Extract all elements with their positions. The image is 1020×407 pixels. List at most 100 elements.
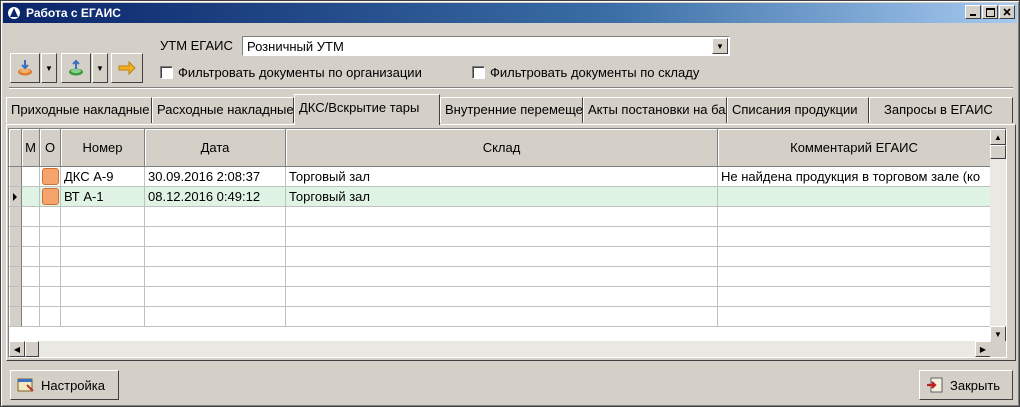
- documents-grid[interactable]: М О Номер Дата Склад Комментарий ЕГАИС Д…: [8, 128, 1007, 358]
- utm-label: УТМ ЕГАИС: [160, 38, 233, 53]
- close-button[interactable]: Закрыть: [919, 370, 1013, 400]
- minimize-button[interactable]: [965, 5, 981, 19]
- tab-incoming-invoices[interactable]: Приходные накладные: [6, 97, 152, 123]
- cell-warehouse: Торговый зал: [286, 167, 718, 187]
- tab-internal-transfers[interactable]: Внутренние перемещения: [440, 97, 583, 123]
- header-number[interactable]: Номер: [61, 129, 145, 167]
- filter-org-checkbox[interactable]: [160, 66, 173, 79]
- empty-cell: [718, 267, 991, 287]
- chevron-down-icon: ▼: [96, 63, 104, 73]
- app-icon: [6, 5, 22, 21]
- toolbar-separator: [9, 87, 1013, 89]
- empty-cell: [9, 227, 22, 247]
- utm-select-dropdown[interactable]: ▼: [712, 38, 728, 54]
- empty-cell: [9, 207, 22, 227]
- empty-cell: [22, 307, 40, 327]
- tab-dks-opening[interactable]: ДКС/Вскрытие тары: [294, 94, 440, 125]
- empty-cell: [145, 307, 286, 327]
- scrollbar-corner: [990, 341, 1006, 357]
- empty-cell: [9, 267, 22, 287]
- tab-outgoing-invoices[interactable]: Расходные накладные: [152, 97, 294, 123]
- tab-balance-acts[interactable]: Акты постановки на баланс: [583, 97, 727, 123]
- header-date[interactable]: Дата: [145, 129, 286, 167]
- empty-cell: [22, 287, 40, 307]
- row-indicator: [9, 167, 22, 187]
- egais-window: Работа с ЕГАИС ▼ ▼ УТМ ЕГАИС Розничный У…: [0, 0, 1020, 407]
- settings-button[interactable]: Настройка: [10, 370, 119, 400]
- empty-table-row: [9, 287, 991, 307]
- empty-cell: [286, 267, 718, 287]
- empty-cell: [718, 227, 991, 247]
- vertical-scrollbar[interactable]: ▲ ▼: [990, 129, 1006, 342]
- close-window-button[interactable]: [999, 5, 1015, 19]
- cell-date: 08.12.2016 0:49:12: [145, 187, 286, 207]
- empty-cell: [286, 227, 718, 247]
- tab-egais-requests[interactable]: Запросы в ЕГАИС: [869, 97, 1013, 123]
- chevron-down-icon: ▼: [994, 329, 1002, 339]
- cell-number: ВТ А-1: [61, 187, 145, 207]
- empty-cell: [145, 227, 286, 247]
- header-egais-comment[interactable]: Комментарий ЕГАИС: [718, 129, 991, 167]
- exchange-button[interactable]: [111, 53, 143, 83]
- table-row[interactable]: ДКС А-9 30.09.2016 2:08:37 Торговый зал …: [9, 167, 991, 187]
- title-bar[interactable]: Работа с ЕГАИС: [3, 3, 1017, 23]
- empty-cell: [22, 247, 40, 267]
- table-row[interactable]: ВТ А-1 08.12.2016 0:49:12 Торговый зал: [9, 187, 991, 207]
- filter-warehouse-checkbox-row[interactable]: Фильтровать документы по складу: [472, 65, 699, 80]
- import-icon: [18, 60, 32, 76]
- empty-cell: [61, 267, 145, 287]
- horizontal-scroll-thumb[interactable]: [25, 341, 39, 357]
- horizontal-scrollbar[interactable]: ◀ ▶: [9, 341, 991, 357]
- empty-cell: [9, 287, 22, 307]
- vertical-scroll-thumb[interactable]: [990, 145, 1006, 159]
- cell-number: ДКС А-9: [61, 167, 145, 187]
- empty-cell: [22, 207, 40, 227]
- chevron-down-icon: ▼: [716, 41, 724, 51]
- import-button[interactable]: [10, 53, 40, 83]
- utm-select[interactable]: Розничный УТМ ▼: [242, 36, 730, 56]
- empty-cell: [40, 207, 61, 227]
- empty-cell: [718, 287, 991, 307]
- empty-cell: [22, 227, 40, 247]
- scroll-down-button[interactable]: ▼: [990, 326, 1006, 342]
- header-o[interactable]: О: [40, 129, 61, 167]
- exit-icon: [927, 377, 943, 393]
- utm-select-value: Розничный УТМ: [247, 39, 344, 54]
- export-button[interactable]: [61, 53, 91, 83]
- scroll-right-button[interactable]: ▶: [975, 341, 991, 357]
- close-label: Закрыть: [950, 377, 1001, 393]
- filter-org-label: Фильтровать документы по организации: [178, 65, 422, 80]
- empty-cell: [61, 287, 145, 307]
- filter-warehouse-checkbox[interactable]: [472, 66, 485, 79]
- empty-cell: [22, 267, 40, 287]
- current-row-arrow-icon: [13, 193, 17, 201]
- settings-icon: [17, 378, 34, 392]
- window-title: Работа с ЕГАИС: [26, 6, 121, 20]
- filter-org-checkbox-row[interactable]: Фильтровать документы по организации: [160, 65, 422, 80]
- header-warehouse[interactable]: Склад: [286, 129, 718, 167]
- scroll-left-button[interactable]: ◀: [9, 341, 25, 357]
- empty-cell: [718, 207, 991, 227]
- empty-cell: [61, 247, 145, 267]
- header-m[interactable]: М: [22, 129, 40, 167]
- scroll-up-button[interactable]: ▲: [990, 129, 1006, 145]
- cell-m: [22, 167, 40, 187]
- empty-cell: [40, 267, 61, 287]
- tab-product-writeoffs[interactable]: Списания продукции: [727, 97, 869, 123]
- empty-cell: [40, 227, 61, 247]
- chevron-right-icon: ▶: [979, 344, 987, 354]
- empty-table-row: [9, 207, 991, 227]
- empty-table-row: [9, 307, 991, 327]
- empty-cell: [145, 247, 286, 267]
- cell-egais-comment: Не найдена продукция в торговом зале (ко: [718, 167, 991, 187]
- cell-m: [22, 187, 40, 207]
- import-dropdown-button[interactable]: ▼: [41, 53, 57, 83]
- export-icon: [69, 59, 83, 76]
- empty-cell: [61, 307, 145, 327]
- empty-cell: [61, 227, 145, 247]
- maximize-button[interactable]: [982, 5, 998, 19]
- empty-cell: [718, 247, 991, 267]
- empty-cell: [9, 307, 22, 327]
- export-dropdown-button[interactable]: ▼: [92, 53, 108, 83]
- cell-o: [40, 167, 61, 187]
